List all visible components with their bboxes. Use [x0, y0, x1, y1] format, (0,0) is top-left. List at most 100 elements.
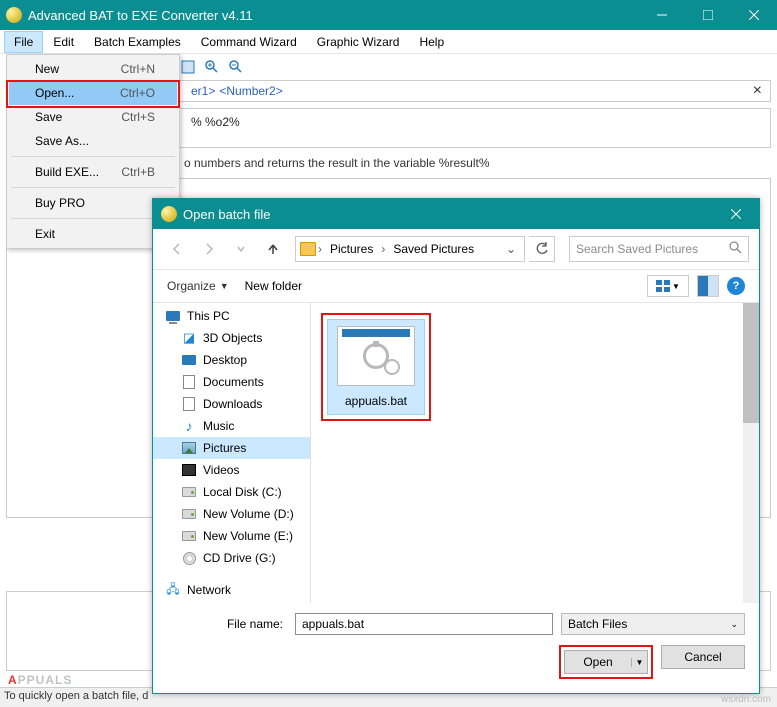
- preview-pane-button[interactable]: [697, 275, 719, 297]
- dialog-titlebar: Open batch file: [153, 199, 759, 229]
- dialog-close-button[interactable]: [713, 199, 759, 229]
- menu-exit-label: Exit: [35, 227, 55, 241]
- app-titlebar: Advanced BAT to EXE Converter v4.11: [0, 0, 777, 30]
- tree-videos[interactable]: Videos: [163, 459, 310, 481]
- filename-input[interactable]: [295, 613, 553, 635]
- tree-desktop[interactable]: Desktop: [163, 349, 310, 371]
- tree-label: CD Drive (G:): [203, 551, 276, 565]
- search-icon: [729, 241, 742, 257]
- tree-downloads[interactable]: Downloads: [163, 393, 310, 415]
- desktop-icon: [182, 355, 196, 365]
- tree-label: Local Disk (C:): [203, 485, 282, 499]
- view-mode-button[interactable]: ▼: [647, 275, 689, 297]
- tree-documents[interactable]: Documents: [163, 371, 310, 393]
- app-title: Advanced BAT to EXE Converter v4.11: [28, 8, 639, 23]
- tree-pictures[interactable]: Pictures: [153, 437, 310, 459]
- tree-music[interactable]: ♪ Music: [163, 415, 310, 437]
- folder-tree[interactable]: This PC ◪3D Objects Desktop Documents Do…: [153, 303, 311, 603]
- cancel-button[interactable]: Cancel: [661, 645, 745, 669]
- cd-icon: [183, 552, 196, 565]
- dialog-body: This PC ◪3D Objects Desktop Documents Do…: [153, 303, 759, 603]
- tree-label: Music: [203, 419, 234, 433]
- menu-open-shortcut: Ctrl+O: [120, 86, 155, 100]
- menu-saveas[interactable]: Save As...: [9, 129, 177, 153]
- designer-ph1: er1>: [191, 84, 215, 98]
- nav-recent-button[interactable]: [227, 235, 255, 263]
- folder-icon: [300, 242, 316, 256]
- search-placeholder: Search Saved Pictures: [576, 242, 698, 256]
- code-text: % %o2%: [191, 115, 240, 129]
- file-item-appuals[interactable]: appuals.bat: [327, 319, 425, 415]
- music-icon: ♪: [181, 419, 197, 433]
- open-button-label: Open: [565, 655, 631, 669]
- new-folder-button[interactable]: New folder: [245, 279, 302, 293]
- menu-batch-examples[interactable]: Batch Examples: [84, 31, 191, 53]
- menu-new-label: New: [35, 62, 59, 76]
- tree-local-disk-c[interactable]: Local Disk (C:): [163, 481, 310, 503]
- menu-save-shortcut: Ctrl+S: [121, 110, 155, 124]
- highlight-file: appuals.bat: [321, 313, 431, 421]
- breadcrumb-pictures[interactable]: Pictures: [324, 242, 379, 256]
- tree-3d-objects[interactable]: ◪3D Objects: [163, 327, 310, 349]
- menu-command-wizard[interactable]: Command Wizard: [191, 31, 307, 53]
- zoom-in-icon[interactable]: [204, 59, 220, 75]
- breadcrumb-bar[interactable]: › Pictures › Saved Pictures ⌄: [295, 236, 525, 262]
- chevron-right-icon[interactable]: ›: [316, 242, 324, 256]
- help-button[interactable]: ?: [727, 277, 745, 295]
- menu-sep-3: [11, 218, 175, 219]
- menu-save-label: Save: [35, 110, 62, 124]
- vertical-scrollbar[interactable]: [743, 303, 759, 603]
- open-button[interactable]: Open ▼: [564, 650, 648, 674]
- file-type-filter[interactable]: Batch Files⌄: [561, 613, 745, 635]
- breadcrumb-dropdown-icon[interactable]: ⌄: [502, 242, 520, 256]
- menu-build-label: Build EXE...: [35, 165, 99, 179]
- organize-button[interactable]: Organize▼: [167, 279, 229, 293]
- chevron-down-icon: ▼: [220, 281, 229, 291]
- open-button-dropdown[interactable]: ▼: [631, 658, 647, 667]
- minimize-button[interactable]: [639, 0, 685, 30]
- menu-build[interactable]: Build EXE...Ctrl+B: [9, 160, 177, 184]
- menubar: File Edit Batch Examples Command Wizard …: [0, 30, 777, 54]
- designer-close-icon[interactable]: ×: [745, 82, 770, 100]
- tree-new-volume-d[interactable]: New Volume (D:): [163, 503, 310, 525]
- menu-save[interactable]: Save Ctrl+S: [9, 105, 177, 129]
- tree-cd-drive-g[interactable]: CD Drive (G:): [163, 547, 310, 569]
- refresh-button[interactable]: [529, 236, 555, 262]
- nav-up-button[interactable]: [259, 235, 287, 263]
- tree-label: Pictures: [203, 441, 246, 455]
- filename-label: File name:: [167, 617, 287, 631]
- tree-network[interactable]: 🖧Network: [163, 579, 310, 601]
- search-input[interactable]: Search Saved Pictures: [569, 236, 749, 262]
- menu-edit[interactable]: Edit: [43, 31, 84, 53]
- tree-this-pc[interactable]: This PC: [163, 305, 310, 327]
- menu-help[interactable]: Help: [409, 31, 454, 53]
- breadcrumb-saved-pictures[interactable]: Saved Pictures: [387, 242, 480, 256]
- tree-label: New Volume (D:): [203, 507, 294, 521]
- cube-icon: ◪: [181, 331, 197, 345]
- menu-sep-2: [11, 187, 175, 188]
- download-icon: [183, 397, 195, 411]
- watermark-a: A: [8, 673, 18, 687]
- nav-back-button[interactable]: [163, 235, 191, 263]
- toolbar-icon-1[interactable]: [180, 59, 196, 75]
- app-icon: [6, 7, 22, 23]
- file-area[interactable]: appuals.bat: [311, 303, 759, 603]
- menu-open[interactable]: Open...Ctrl+O: [9, 81, 177, 105]
- menu-graphic-wizard[interactable]: Graphic Wizard: [307, 31, 410, 53]
- chevron-right-icon[interactable]: ›: [379, 242, 387, 256]
- pictures-icon: [182, 442, 196, 454]
- menu-new[interactable]: NewCtrl+N: [9, 57, 177, 81]
- menu-file[interactable]: File: [4, 31, 43, 53]
- maximize-button[interactable]: [685, 0, 731, 30]
- credit: wsxdn.com: [721, 694, 771, 705]
- zoom-out-icon[interactable]: [228, 59, 244, 75]
- tree-label: Documents: [203, 375, 264, 389]
- nav-forward-button[interactable]: [195, 235, 223, 263]
- document-icon: [183, 375, 195, 389]
- file-thumbnail: [337, 326, 415, 386]
- file-name: appuals.bat: [330, 394, 422, 408]
- scrollbar-thumb[interactable]: [743, 303, 759, 423]
- tree-new-volume-e[interactable]: New Volume (E:): [163, 525, 310, 547]
- dialog-title: Open batch file: [183, 207, 713, 222]
- close-button[interactable]: [731, 0, 777, 30]
